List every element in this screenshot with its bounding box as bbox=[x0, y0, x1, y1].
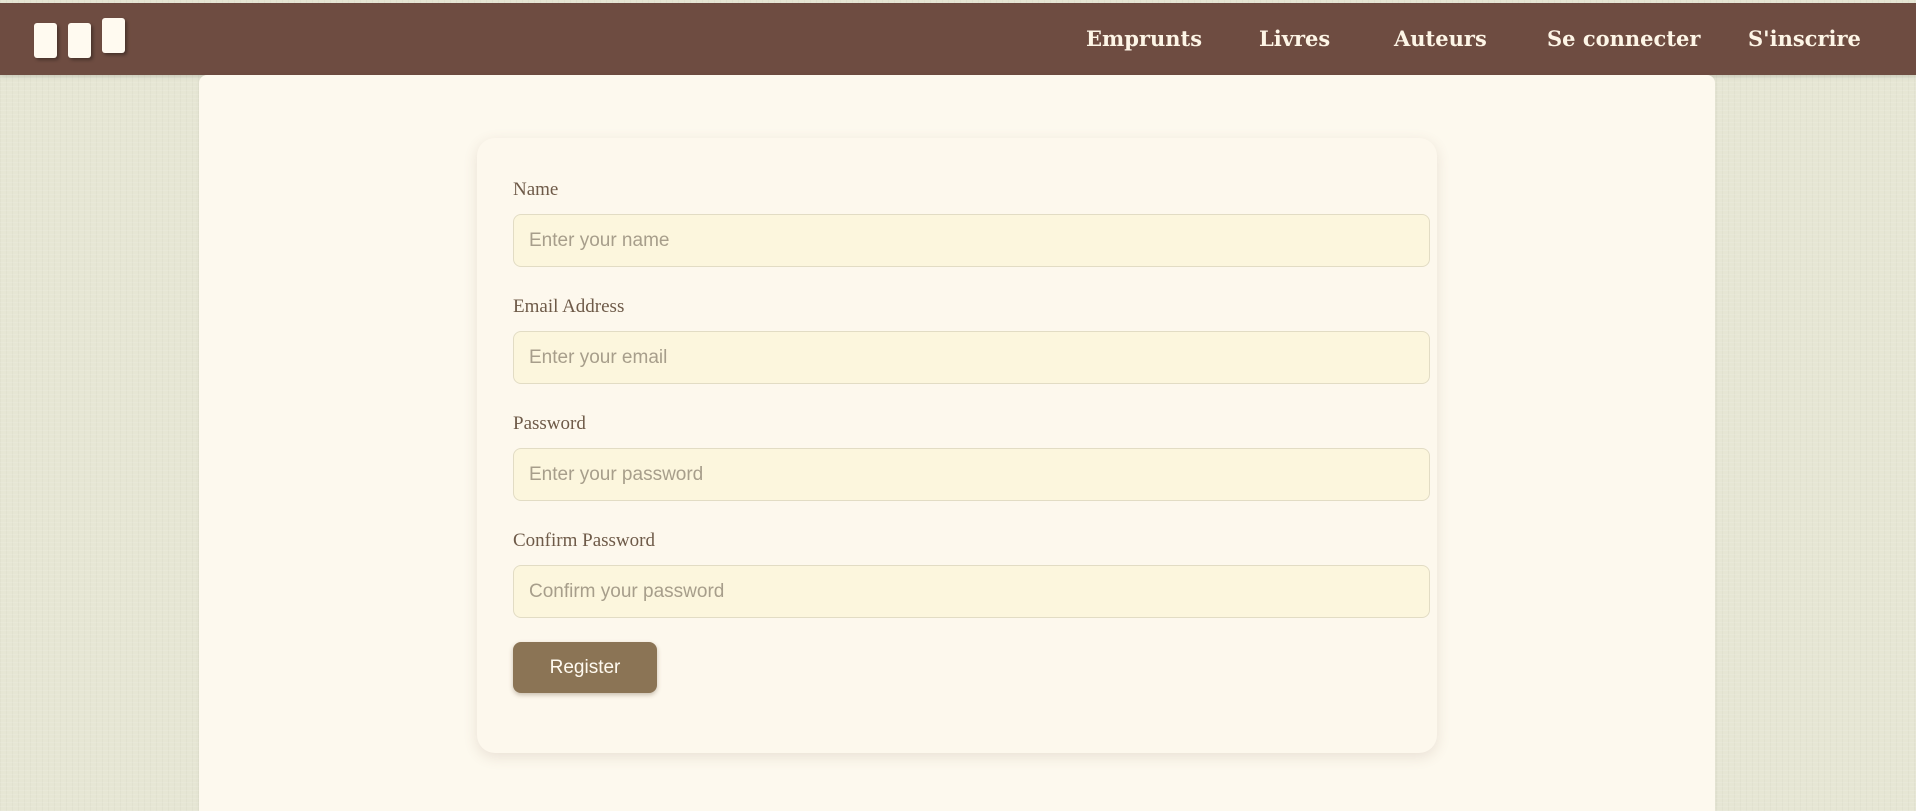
top-navbar: Emprunts Livres Auteurs Se connecter S'i… bbox=[0, 3, 1916, 75]
nav-link-auteurs[interactable]: Auteurs bbox=[1394, 3, 1487, 75]
nav-link-register[interactable]: S'inscrire bbox=[1748, 3, 1861, 75]
book-icon bbox=[102, 18, 125, 53]
password-label: Password bbox=[513, 413, 586, 434]
email-input[interactable] bbox=[513, 331, 1430, 384]
nav-link-livres[interactable]: Livres bbox=[1259, 3, 1330, 75]
book-icon bbox=[68, 23, 91, 58]
email-label: Email Address bbox=[513, 296, 625, 317]
name-label: Name bbox=[513, 179, 559, 200]
confirm-password-input[interactable] bbox=[513, 565, 1430, 618]
register-button[interactable]: Register bbox=[513, 642, 657, 693]
books-logo-icon[interactable] bbox=[34, 18, 134, 62]
book-icon bbox=[34, 23, 57, 58]
confirm-password-label: Confirm Password bbox=[513, 530, 655, 551]
nav-link-emprunts[interactable]: Emprunts bbox=[1086, 3, 1202, 75]
nav-link-login[interactable]: Se connecter bbox=[1547, 3, 1700, 75]
password-input[interactable] bbox=[513, 448, 1430, 501]
name-input[interactable] bbox=[513, 214, 1430, 267]
